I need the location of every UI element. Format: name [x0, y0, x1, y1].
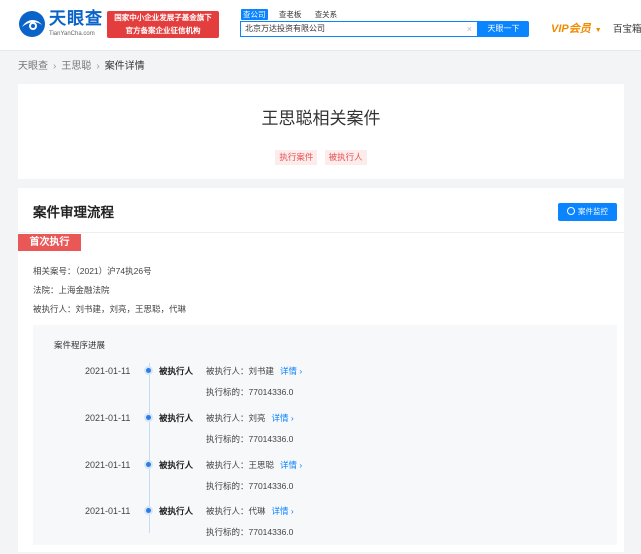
- timeline-title: 案件程序进展: [54, 340, 106, 350]
- tab-search-boss[interactable]: 查老板: [277, 9, 304, 20]
- timeline-dot-icon: [146, 508, 151, 513]
- timeline-dot-icon: [146, 415, 151, 420]
- tianyancha-logo[interactable]: 天眼查 TianYanCha.com: [18, 9, 104, 41]
- detail-link[interactable]: 详情 ›: [280, 366, 302, 376]
- banner-line-1: 国家中小企业发展子基金旗下: [114, 13, 212, 22]
- timeline-item: 2021-01-11 被执行人 被执行人：刘亮 详情 › 执行标的：7701433…: [33, 411, 617, 447]
- breadcrumb: 天眼查 › 王思聪 › 案件详情: [18, 60, 145, 74]
- logo-text: 天眼查: [49, 9, 103, 28]
- timeline-target: 执行标的：77014336.0: [206, 481, 294, 491]
- timeline-item: 2021-01-11 被执行人 被执行人：刘书建 详情 › 执行标的：770143…: [33, 364, 617, 400]
- monitor-button-label: 案件监控: [578, 207, 608, 216]
- case-process-card: 案件审理流程 案件监控 首次执行 相关案号：（2021）沪74执26号 法院：上…: [18, 188, 624, 552]
- detail-link[interactable]: 详情 ›: [272, 506, 294, 516]
- clear-icon[interactable]: ×: [467, 23, 472, 35]
- timeline-item: 2021-01-11 被执行人 被执行人：王思聪 详情 › 执行标的：770143…: [33, 458, 617, 494]
- section-title: 案件审理流程: [33, 205, 114, 220]
- executed-persons: 被执行人：刘书建，刘亮，王思聪，代琳: [33, 304, 187, 314]
- timeline-date: 2021-01-11: [85, 460, 131, 470]
- timeline-date: 2021-01-11: [85, 366, 131, 376]
- breadcrumb-separator: ›: [96, 61, 100, 72]
- stage-badge: 首次执行: [18, 234, 81, 251]
- case-monitor-button[interactable]: 案件监控: [558, 203, 617, 221]
- breadcrumb-person[interactable]: 王思聪: [61, 61, 91, 72]
- timeline-person: 被执行人：王思聪 详情 ›: [206, 458, 302, 472]
- search-button[interactable]: 天眼一下: [478, 21, 529, 37]
- detail-link[interactable]: 详情 ›: [280, 460, 302, 470]
- detail-link[interactable]: 详情 ›: [272, 413, 294, 423]
- tab-search-company[interactable]: 查公司: [241, 9, 268, 20]
- person-text: 被执行人：刘亮: [206, 413, 266, 423]
- person-text: 被执行人：刘书建: [206, 366, 275, 376]
- tag-execution-case: 执行案件: [275, 150, 318, 165]
- timeline-label: 被执行人: [159, 506, 194, 516]
- person-text: 被执行人：王思聪: [206, 460, 275, 470]
- tab-search-relation[interactable]: 查关系: [313, 9, 340, 20]
- tag-executed-person: 被执行人: [324, 150, 367, 165]
- case-number: 相关案号：（2021）沪74执26号: [33, 266, 152, 276]
- top-header: 天眼查 TianYanCha.com 国家中小企业发展子基金旗下 官方备案企业征…: [0, 0, 641, 51]
- logo-eye-icon: [19, 11, 45, 37]
- timeline-dot-icon: [146, 462, 151, 467]
- search-input[interactable]: [245, 23, 455, 35]
- timeline-item: 2021-01-11 被执行人 被执行人：代琳 详情 › 执行标的：7701433…: [33, 504, 617, 540]
- timeline-person: 被执行人：代琳 详情 ›: [206, 504, 294, 518]
- case-tags: 执行案件 被执行人: [18, 149, 624, 165]
- official-banner: 国家中小企业发展子基金旗下 官方备案企业征信机构: [107, 11, 219, 38]
- vip-member-menu[interactable]: VIP会员 ▼: [551, 22, 602, 38]
- timeline-person: 被执行人：刘书建 详情 ›: [206, 364, 302, 378]
- breadcrumb-separator: ›: [53, 61, 57, 72]
- search-tabs: 查公司 查老板 查关系: [241, 6, 345, 20]
- toolbox-menu[interactable]: 百宝箱: [613, 23, 641, 36]
- timeline-dot-icon: [146, 368, 151, 373]
- monitor-icon: [567, 207, 575, 215]
- timeline-date: 2021-01-11: [85, 506, 131, 516]
- timeline-label: 被执行人: [159, 366, 194, 376]
- search-box: ×: [240, 21, 478, 37]
- timeline-target: 执行标的：77014336.0: [206, 434, 294, 444]
- timeline-target: 执行标的：77014336.0: [206, 527, 294, 537]
- logo-subtext: TianYanCha.com: [49, 31, 95, 37]
- timeline-person: 被执行人：刘亮 详情 ›: [206, 411, 294, 425]
- page-title: 王思聪相关案件: [261, 109, 381, 128]
- banner-line-2: 官方备案企业征信机构: [125, 26, 201, 35]
- timeline-panel: 案件程序进展 2021-01-11 被执行人 被执行人：刘书建 详情 › 执行标的…: [33, 325, 617, 545]
- timeline-target: 执行标的：77014336.0: [206, 387, 294, 397]
- person-text: 被执行人：代琳: [206, 506, 266, 516]
- title-card: 王思聪相关案件 执行案件 被执行人: [18, 84, 624, 179]
- timeline-date: 2021-01-11: [85, 413, 131, 423]
- timeline-label: 被执行人: [159, 413, 194, 423]
- chevron-down-icon: ▼: [594, 27, 602, 34]
- breadcrumb-home[interactable]: 天眼查: [18, 61, 48, 72]
- vip-label: VIP会员: [551, 23, 591, 35]
- court-name: 法院：上海金融法院: [33, 285, 110, 295]
- timeline-label: 被执行人: [159, 460, 194, 470]
- breadcrumb-current: 案件详情: [104, 61, 145, 72]
- divider: [18, 232, 624, 233]
